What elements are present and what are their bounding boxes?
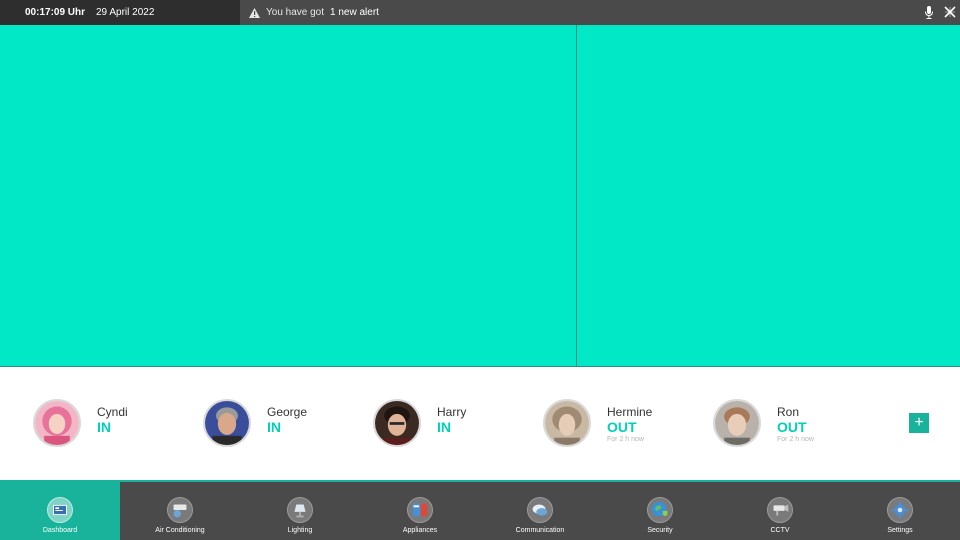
resident-name: Ron [777, 405, 800, 419]
nav-label: Dashboard [42, 527, 78, 534]
main-panel-left [0, 25, 576, 367]
clock-area: 00:17:09 Uhr 29 April 2022 [0, 0, 240, 25]
resident-name: George [267, 405, 308, 419]
resident-status: IN [267, 419, 281, 435]
current-time: 00:17:09 Uhr [25, 7, 86, 18]
alert-count-link[interactable]: 1 new alert [330, 7, 379, 18]
current-date: 29 April 2022 [96, 7, 155, 18]
alert-text: You have got [266, 7, 325, 18]
lamp-icon [287, 497, 313, 523]
chat-icon [527, 497, 553, 523]
nav-label: CCTV [770, 527, 790, 534]
avatar [373, 399, 421, 447]
gear-icon [887, 497, 913, 523]
avatar [203, 399, 251, 447]
alert-notice[interactable]: You have got 1 new alert [249, 6, 379, 19]
avatar [713, 399, 761, 447]
nav-label: Appliances [402, 527, 438, 534]
nav-item-air-conditioning[interactable]: Air Conditioning [120, 482, 240, 540]
resident-name: Cyndi [97, 405, 128, 419]
air-conditioning-icon [167, 497, 193, 523]
add-resident-button[interactable]: + [909, 413, 929, 433]
nav-item-dashboard[interactable]: Dashboard [0, 482, 120, 540]
nav-item-communication[interactable]: Communication [480, 482, 600, 540]
avatar [543, 399, 591, 447]
resident-status: OUT [777, 419, 807, 435]
nav-label: Lighting [287, 527, 313, 534]
nav-label: Communication [515, 527, 565, 534]
nav-label: Settings [887, 527, 913, 534]
nav-label: Security [647, 527, 673, 534]
warning-icon [249, 7, 260, 18]
resident-name: Harry [437, 405, 467, 419]
camera-icon [767, 497, 793, 523]
avatar [33, 399, 81, 447]
main-panel-right [577, 25, 960, 367]
resident-status: IN [97, 419, 111, 435]
resident-since: For 2 h now [777, 436, 814, 443]
globe-shield-icon [647, 497, 673, 523]
microphone-icon[interactable] [924, 6, 934, 19]
nav-label: Air Conditioning [155, 527, 205, 534]
bottom-nav: Dashboard Air Conditioning Lighting Appl… [0, 480, 960, 540]
close-icon[interactable] [944, 6, 956, 18]
appliances-icon [407, 497, 433, 523]
nav-item-cctv[interactable]: CCTV [720, 482, 840, 540]
nav-item-security[interactable]: Security [600, 482, 720, 540]
resident-since: For 2 h now [607, 436, 644, 443]
residents-bar: Cyndi IN George IN Harry IN Hermine OUT … [0, 367, 960, 480]
nav-item-settings[interactable]: Settings [840, 482, 960, 540]
dashboard-icon [47, 497, 73, 523]
resident-name: Hermine [607, 405, 653, 419]
nav-item-lighting[interactable]: Lighting [240, 482, 360, 540]
top-bar: 00:17:09 Uhr 29 April 2022 You have got … [0, 0, 960, 25]
resident-status: IN [437, 419, 451, 435]
nav-item-appliances[interactable]: Appliances [360, 482, 480, 540]
resident-status: OUT [607, 419, 637, 435]
